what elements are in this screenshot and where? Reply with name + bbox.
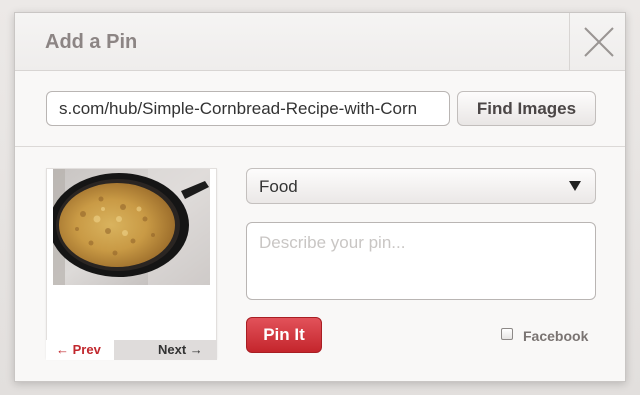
url-input[interactable] bbox=[46, 91, 450, 126]
dialog-title: Add a Pin bbox=[45, 31, 138, 53]
facebook-label[interactable]: Facebook bbox=[523, 328, 588, 344]
prev-button[interactable]: ← Prev bbox=[46, 340, 114, 360]
next-button[interactable]: Next → bbox=[146, 340, 217, 360]
triangle-down-icon bbox=[569, 181, 581, 191]
find-images-button[interactable]: Find Images bbox=[457, 91, 596, 126]
preview-image[interactable] bbox=[53, 169, 210, 285]
close-icon bbox=[584, 27, 614, 57]
add-pin-dialog: Add a Pin Find Images bbox=[14, 12, 626, 382]
pin-it-button[interactable]: Pin It bbox=[246, 317, 322, 353]
image-preview-card bbox=[46, 168, 217, 358]
pager-divider bbox=[114, 340, 146, 360]
image-pager: ← Prev Next → bbox=[46, 340, 217, 360]
description-input[interactable] bbox=[246, 222, 596, 300]
board-select-value: Food bbox=[259, 177, 298, 196]
dialog-header: Add a Pin bbox=[15, 13, 625, 71]
board-select[interactable]: Food bbox=[246, 168, 596, 204]
cornbread-skillet-image bbox=[53, 169, 210, 285]
close-button[interactable] bbox=[569, 13, 625, 70]
facebook-checkbox[interactable] bbox=[501, 328, 513, 340]
url-row: Find Images bbox=[15, 71, 625, 147]
